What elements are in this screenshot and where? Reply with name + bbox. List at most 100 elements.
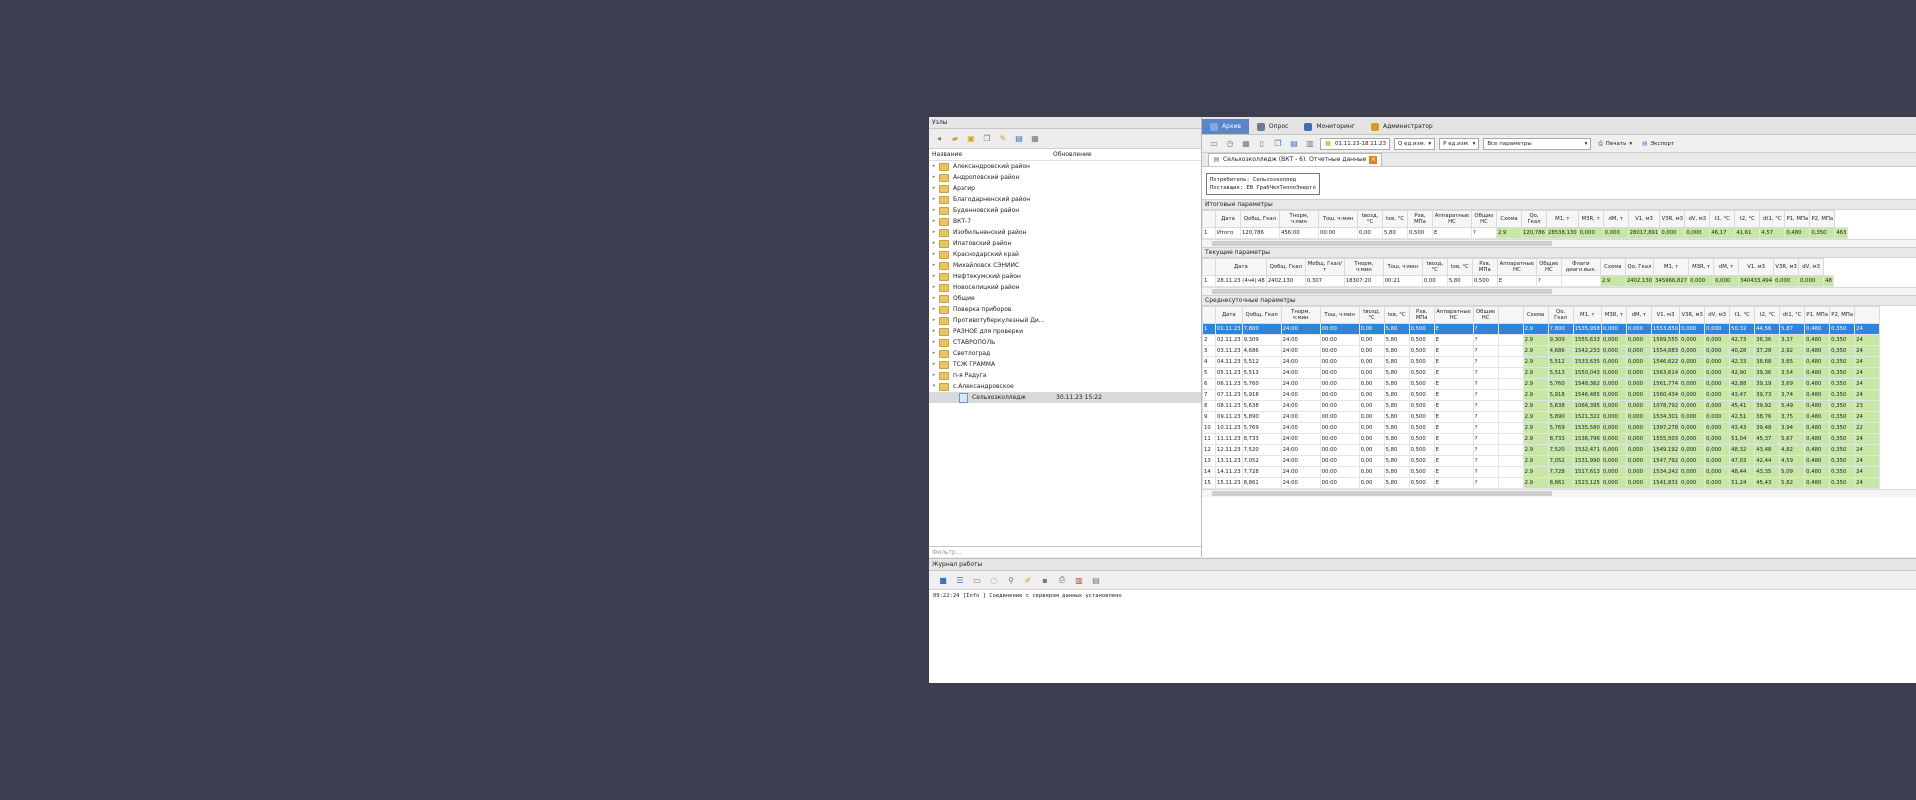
column-header[interactable]: M3R, т — [1577, 210, 1604, 228]
column-header[interactable]: Qo, Гкал — [1521, 210, 1547, 228]
table-row[interactable]: 8 08.11.23 5,638 24:00 00:00 0,00 5,80 0,500 E? 2… — [1202, 400, 1881, 412]
column-header[interactable]: dM, т — [1713, 258, 1740, 276]
column-header[interactable]: dM, т — [1625, 306, 1652, 324]
tree-node[interactable]: ▸ Михайловск СЭНИИС — [929, 260, 1201, 271]
column-header[interactable]: tхв, °C — [1446, 258, 1473, 276]
column-header[interactable]: Схема — [1522, 306, 1549, 324]
horizontal-scrollbar[interactable] — [1202, 489, 1916, 497]
column-header[interactable]: Схема — [1496, 210, 1522, 228]
doc-icon[interactable]: ▤ — [1090, 574, 1102, 586]
search-icon[interactable]: ⚲ — [1005, 574, 1017, 586]
stop-icon[interactable]: ■ — [937, 574, 949, 586]
column-header[interactable]: Флаги диагн.вых. — [1560, 258, 1601, 276]
col-updated-header[interactable]: Обновление — [1050, 149, 1092, 160]
chevron-right-icon[interactable]: ▸ — [929, 238, 939, 249]
table-row[interactable]: 6 06.11.23 5,760 24:00 00:00 0,00 5,80 0,500 E? 2… — [1202, 378, 1881, 390]
column-header[interactable]: M1, т — [1546, 210, 1579, 228]
chevron-down-icon[interactable]: ▾ — [929, 381, 939, 392]
window-icon[interactable]: ▭ — [971, 574, 983, 586]
column-header[interactable] — [1202, 210, 1216, 228]
tree-node[interactable]: ▸ Андроповский район — [929, 172, 1201, 183]
save-icon[interactable]: ▪ — [1039, 574, 1051, 586]
copy-icon[interactable]: ❐ — [981, 133, 993, 145]
tab-1[interactable]: Опрос — [1249, 119, 1296, 134]
table-row[interactable]: 14 14.11.23 7,728 24:00 00:00 0,00 5,80 0,500 E?… — [1202, 466, 1881, 478]
table-row[interactable]: 7 07.11.23 5,918 24:00 00:00 0,00 5,80 0,500 E? 2… — [1202, 389, 1881, 401]
column-header[interactable]: Pхв, МПа — [1408, 306, 1435, 324]
column-header[interactable]: Qобщ, Гкал — [1241, 306, 1282, 324]
col-name-header[interactable]: Название — [929, 149, 1050, 160]
print-button[interactable]: ⎙ Печать ▾ — [1595, 139, 1635, 149]
table-row[interactable]: 1 Итого 120,786 456:00 00:00 0,00 5,80 0,500 E? 2… — [1202, 227, 1849, 239]
table-row[interactable]: 3 03.11.23 4,686 24:00 00:00 0,00 5,80 0,500 E? 2… — [1202, 345, 1881, 357]
column-header[interactable]: M1, т — [1572, 306, 1602, 324]
column-header[interactable]: Тнорм, ч:мин — [1280, 306, 1321, 324]
back-icon[interactable]: ◂ — [933, 133, 945, 145]
column-header[interactable]: P1, МПа — [1804, 306, 1831, 324]
column-header[interactable]: V3R, м3 — [1773, 258, 1800, 276]
edit-icon[interactable]: ✎ — [997, 133, 1009, 145]
document-tab[interactable]: ▤ Сельхозколледж (ВКТ - 6). Отчетные дан… — [1208, 153, 1383, 166]
column-header[interactable]: dV, м3 — [1798, 258, 1825, 276]
column-header[interactable]: Pхв, МПа — [1407, 210, 1433, 228]
column-header[interactable]: V3R, м3 — [1679, 306, 1706, 324]
q-unit-select[interactable]: Q ед.изм. ▾ — [1393, 137, 1436, 150]
list-icon[interactable]: ☰ — [954, 574, 966, 586]
tree-node[interactable]: ▸ ВКТ-7 — [929, 216, 1201, 227]
column-header[interactable]: dV, м3 — [1704, 306, 1731, 324]
tree-node[interactable]: ▸ Краснодарский край — [929, 249, 1201, 260]
column-header[interactable]: tвозд, °C — [1421, 258, 1448, 276]
column-header[interactable]: dM, т — [1602, 210, 1629, 228]
columns-icon[interactable]: ▥ — [1304, 138, 1316, 150]
column-header[interactable]: Схема — [1599, 258, 1626, 276]
copy-table-icon[interactable]: ❐ — [1272, 138, 1284, 150]
chevron-right-icon[interactable]: ▸ — [929, 359, 939, 370]
column-header[interactable]: Qo, Гкал — [1547, 306, 1574, 324]
p-unit-select[interactable]: P ед.изм. ▾ — [1439, 137, 1480, 150]
column-header[interactable]: dt1, °C — [1779, 306, 1806, 324]
tree-node[interactable]: ▸ Нефтекумский район — [929, 271, 1201, 282]
chevron-right-icon[interactable]: ▸ — [929, 348, 939, 359]
close-icon[interactable]: × — [1369, 156, 1378, 164]
chevron-right-icon[interactable]: ▸ — [929, 161, 939, 172]
chevron-right-icon[interactable]: ▸ — [929, 249, 939, 260]
tree-node[interactable]: ▸ Общие — [929, 293, 1201, 304]
tree-node[interactable]: ▸ РАЗНОЕ для проверки — [929, 326, 1201, 337]
tree-node[interactable]: ▸ Буденновский район — [929, 205, 1201, 216]
column-header[interactable]: Мобщ, Гкал/т — [1304, 258, 1345, 276]
add-folder-icon[interactable]: ▰ — [949, 133, 961, 145]
tree-node[interactable]: ▸ п-я Радуга — [929, 370, 1201, 381]
column-header[interactable]: Аппаратные НС — [1432, 210, 1472, 228]
pdf-icon[interactable]: ▥ — [1073, 574, 1085, 586]
column-header[interactable]: Qo, Гкал — [1624, 258, 1655, 276]
chevron-right-icon[interactable]: ▸ — [929, 293, 939, 304]
column-header[interactable]: Аппаратные НС — [1433, 306, 1474, 324]
settings-icon[interactable]: ▦ — [1029, 133, 1041, 145]
chevron-right-icon[interactable]: ▸ — [929, 282, 939, 293]
add-node-icon[interactable]: ▣ — [965, 133, 977, 145]
clock-icon[interactable]: ◷ — [1224, 138, 1236, 150]
column-header[interactable]: Qобщ, Гкал — [1265, 258, 1306, 276]
column-header[interactable]: dt1, °C — [1759, 210, 1786, 228]
chevron-right-icon[interactable]: ▸ — [929, 183, 939, 194]
tree-node[interactable]: ▸ Новоселицкий район — [929, 282, 1201, 293]
column-header[interactable]: tхв, °C — [1382, 210, 1408, 228]
chevron-right-icon[interactable]: ▸ — [929, 271, 939, 282]
column-header[interactable]: tвозд, °C — [1357, 210, 1383, 228]
column-header[interactable]: Дата — [1215, 258, 1267, 276]
grid-icon[interactable]: ▦ — [1240, 138, 1252, 150]
column-header[interactable]: dV, м3 — [1684, 210, 1711, 228]
tree-node[interactable]: ▸ Александровский район — [929, 161, 1201, 172]
column-header[interactable]: Дата — [1215, 306, 1243, 324]
column-header[interactable] — [1202, 258, 1216, 276]
print-icon[interactable]: ⎙ — [1056, 574, 1068, 586]
chevron-right-icon[interactable]: ▸ — [929, 326, 939, 337]
column-header[interactable]: M3R, т — [1600, 306, 1627, 324]
tree-node[interactable]: ▸ Арзгир — [929, 183, 1201, 194]
tab-0[interactable]: Архив — [1202, 119, 1249, 134]
column-header[interactable]: Тнорм, ч:мин — [1343, 258, 1384, 276]
table-row[interactable]: 9 09.11.23 5,890 24:00 00:00 0,00 5,80 0,500 E? 2… — [1202, 411, 1881, 423]
blank-icon[interactable]: ▯ — [1256, 138, 1268, 150]
column-header[interactable]: P2, МПа — [1829, 306, 1856, 324]
table-row[interactable]: 1 28.11.23 (4ч4):48 2402,130 0,307 18307:20 0… — [1202, 275, 1834, 287]
